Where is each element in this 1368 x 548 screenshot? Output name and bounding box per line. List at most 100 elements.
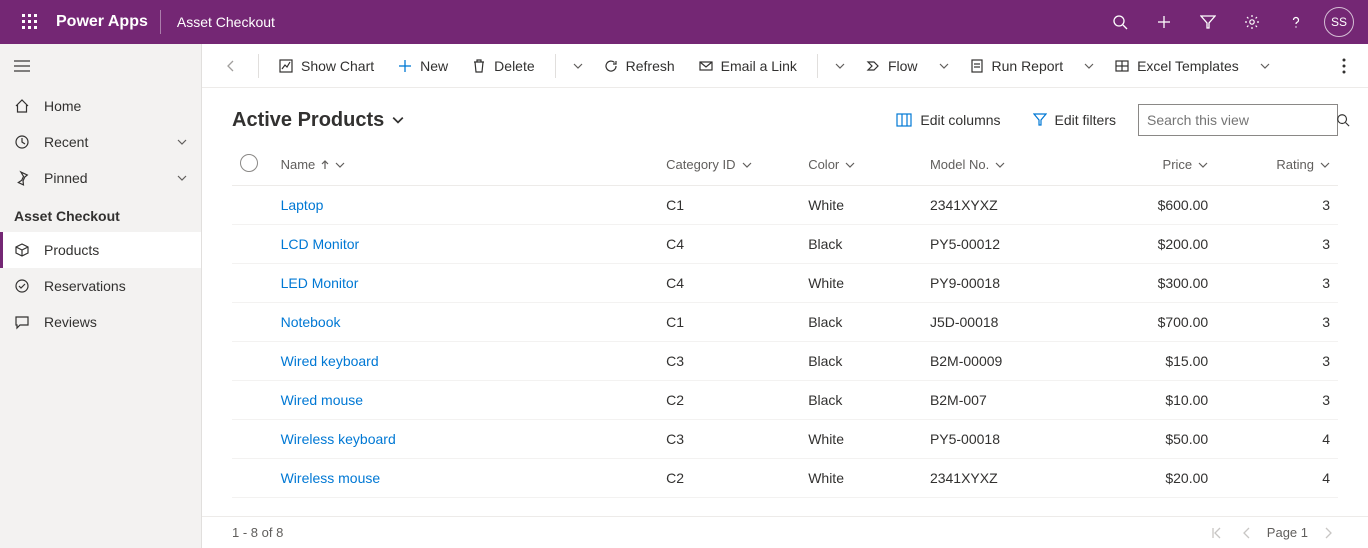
cell-color: White [800,420,922,459]
column-header-rating[interactable]: Rating [1216,144,1338,186]
report-chevron[interactable] [1077,50,1101,82]
table-row[interactable]: LCD MonitorC4BlackPY5-00012$200.003 [232,225,1338,264]
chevron-down-icon [335,160,345,170]
search-input[interactable] [1147,112,1328,128]
table-row[interactable]: LaptopC1White2341XYXZ$600.003 [232,186,1338,225]
select-all-header[interactable] [232,144,273,186]
record-link[interactable]: Laptop [281,197,324,213]
sidebar-group-label: Asset Checkout [0,196,201,232]
pin-icon [14,170,30,186]
sidebar-item-pinned[interactable]: Pinned [0,160,201,196]
flow-chevron[interactable] [932,50,956,82]
sidebar-item-home[interactable]: Home [0,88,201,124]
record-link[interactable]: LED Monitor [281,275,359,291]
search-icon[interactable] [1098,0,1142,44]
run-report-button[interactable]: Run Report [960,50,1074,82]
sidebar-item-recent[interactable]: Recent [0,124,201,160]
edit-columns-button[interactable]: Edit columns [886,104,1010,136]
row-select-cell[interactable] [232,303,273,342]
email-link-button[interactable]: Email a Link [689,50,807,82]
email-split-chevron[interactable] [828,50,852,82]
sidebar-item-products[interactable]: Products [0,232,201,268]
back-button[interactable] [214,50,248,82]
page-first-button[interactable] [1207,527,1227,539]
grid-footer: 1 - 8 of 8 Page 1 [202,516,1368,548]
sidebar-item-reservations[interactable]: Reservations [0,268,201,304]
row-select-cell[interactable] [232,420,273,459]
cell-price: $15.00 [1094,342,1216,381]
page-prev-button[interactable] [1237,527,1257,539]
add-icon[interactable] [1142,0,1186,44]
column-header-price[interactable]: Price [1094,144,1216,186]
help-icon[interactable] [1274,0,1318,44]
sidebar-toggle-icon[interactable] [0,44,201,88]
column-header-model[interactable]: Model No. [922,144,1094,186]
products-table: Name Category ID Color Model No. Price R… [232,144,1338,498]
cmd-separator [817,54,818,78]
clock-icon [14,134,30,150]
sidebar-label: Pinned [44,170,163,186]
record-link[interactable]: Wired mouse [281,392,363,408]
cmd-label: Flow [888,58,918,74]
app-launcher-icon[interactable] [8,0,52,44]
delete-split-chevron[interactable] [566,50,590,82]
refresh-button[interactable]: Refresh [594,50,685,82]
record-link[interactable]: LCD Monitor [281,236,360,252]
view-selector[interactable]: Active Products [232,109,404,132]
table-row[interactable]: NotebookC1BlackJ5D-00018$700.003 [232,303,1338,342]
cell-price: $700.00 [1094,303,1216,342]
grid-area: Name Category ID Color Model No. Price R… [202,144,1368,516]
cell-category: C2 [658,381,800,420]
cell-price: $50.00 [1094,420,1216,459]
row-select-cell[interactable] [232,381,273,420]
select-all-circle[interactable] [240,154,258,172]
table-row[interactable]: Wireless keyboardC3WhitePY5-00018$50.004 [232,420,1338,459]
overflow-button[interactable] [1332,50,1356,82]
row-select-cell[interactable] [232,342,273,381]
cell-model: 2341XYXZ [922,459,1094,498]
record-link[interactable]: Wireless keyboard [281,431,396,447]
cell-name: LCD Monitor [273,225,659,264]
cmd-separator [555,54,556,78]
show-chart-button[interactable]: Show Chart [269,50,384,82]
delete-button[interactable]: Delete [462,50,544,82]
table-row[interactable]: LED MonitorC4WhitePY9-00018$300.003 [232,264,1338,303]
filter-icon[interactable] [1186,0,1230,44]
table-row[interactable]: Wired keyboardC3BlackB2M-00009$15.003 [232,342,1338,381]
excel-templates-button[interactable]: Excel Templates [1105,50,1249,82]
row-select-cell[interactable] [232,459,273,498]
table-row[interactable]: Wired mouseC2BlackB2M-007$10.003 [232,381,1338,420]
home-icon [14,98,30,114]
chevron-down-icon [177,173,187,183]
cell-name: LED Monitor [273,264,659,303]
record-link[interactable]: Notebook [281,314,341,330]
flow-button[interactable]: Flow [856,50,928,82]
user-avatar[interactable]: SS [1324,7,1354,37]
cmd-label: Refresh [626,58,675,74]
column-header-name[interactable]: Name [273,144,659,186]
cube-icon [14,242,30,258]
new-button[interactable]: New [388,50,458,82]
search-icon [1336,113,1350,127]
plus-icon [398,59,412,73]
excel-chevron[interactable] [1253,50,1277,82]
edit-filters-button[interactable]: Edit filters [1023,104,1126,136]
page-next-button[interactable] [1318,527,1338,539]
sidebar-item-reviews[interactable]: Reviews [0,304,201,340]
cell-price: $200.00 [1094,225,1216,264]
search-view-box[interactable] [1138,104,1338,136]
cell-category: C1 [658,303,800,342]
column-header-color[interactable]: Color [800,144,922,186]
col-label: Rating [1276,157,1314,172]
cmd-label: Run Report [992,58,1064,74]
cmd-label: Delete [494,58,534,74]
row-select-cell[interactable] [232,264,273,303]
table-row[interactable]: Wireless mouseC2White2341XYXZ$20.004 [232,459,1338,498]
cell-rating: 3 [1216,303,1338,342]
settings-icon[interactable] [1230,0,1274,44]
record-link[interactable]: Wired keyboard [281,353,379,369]
column-header-category[interactable]: Category ID [658,144,800,186]
row-select-cell[interactable] [232,225,273,264]
record-link[interactable]: Wireless mouse [281,470,381,486]
row-select-cell[interactable] [232,186,273,225]
